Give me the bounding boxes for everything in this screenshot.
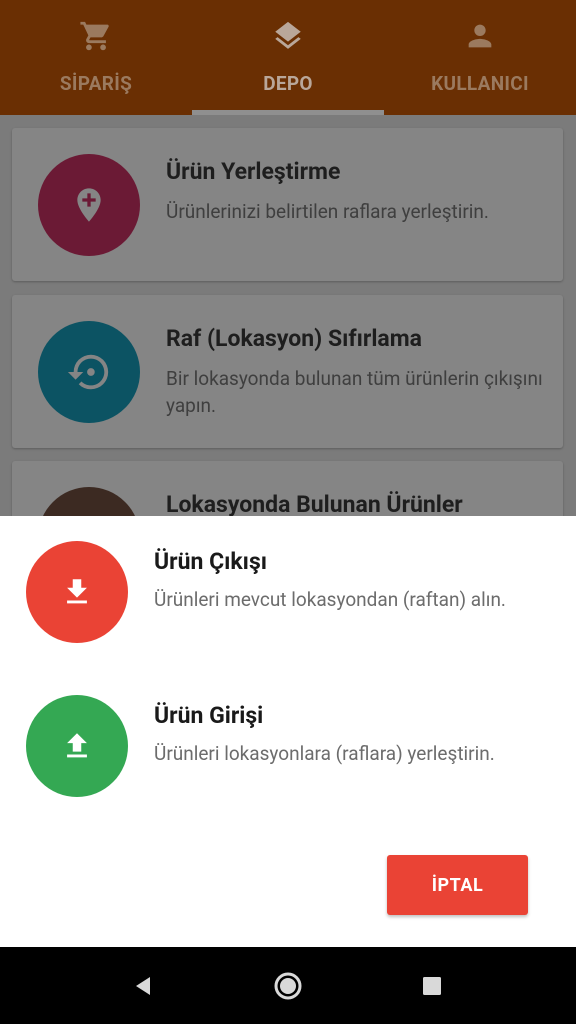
tab-depo[interactable]: DEPO xyxy=(192,0,384,115)
tab-kullanici[interactable]: KULLANICI xyxy=(384,0,576,115)
home-icon[interactable] xyxy=(248,947,328,1024)
option-urun-cikisi[interactable]: Ürün Çıkışı Ürünleri mevcut lokasyondan … xyxy=(0,516,576,666)
option-urun-girisi[interactable]: Ürün Girişi Ürünleri lokasyonlara (rafla… xyxy=(0,670,576,820)
recents-icon[interactable] xyxy=(392,947,472,1024)
option-title: Ürün Çıkışı xyxy=(154,548,268,575)
card-desc: Bir lokasyonda bulunan tüm ürünlerin çık… xyxy=(166,367,543,417)
depo-content: Ürün Yerleştirme Ürünlerinizi belirtilen… xyxy=(0,115,576,614)
cart-icon xyxy=(78,18,114,54)
card-desc: Ürünlerinizi belirtilen raflara yerleşti… xyxy=(166,200,489,223)
card-raf-sifirlama[interactable]: Raf (Lokasyon) Sıfırlama Bir lokasyonda … xyxy=(12,295,563,448)
location-add-icon xyxy=(38,154,140,256)
tab-siparis[interactable]: SİPARİŞ xyxy=(0,0,192,115)
card-title: Raf (Lokasyon) Sıfırlama xyxy=(166,325,422,352)
top-tab-bar: SİPARİŞ DEPO KULLANICI xyxy=(0,0,576,115)
card-urun-yerlestirme[interactable]: Ürün Yerleştirme Ürünlerinizi belirtilen… xyxy=(12,128,563,281)
cancel-button[interactable]: İPTAL xyxy=(387,855,528,915)
restore-icon xyxy=(38,321,140,423)
card-title: Ürün Yerleştirme xyxy=(166,158,341,185)
card-title: Lokasyonda Bulunan Ürünler xyxy=(166,491,463,518)
tab-kullanici-label: KULLANICI xyxy=(431,72,529,95)
person-icon xyxy=(462,18,498,54)
tab-depo-label: DEPO xyxy=(263,72,313,95)
option-desc: Ürünleri mevcut lokasyondan (raftan) alı… xyxy=(154,588,506,611)
bottom-sheet: Ürün Çıkışı Ürünleri mevcut lokasyondan … xyxy=(0,516,576,947)
option-title: Ürün Girişi xyxy=(154,702,264,729)
system-navigation-bar xyxy=(0,947,576,1024)
back-icon[interactable] xyxy=(104,947,184,1024)
layers-icon xyxy=(270,18,306,54)
option-desc: Ürünleri lokasyonlara (raflara) yerleşti… xyxy=(154,742,495,765)
download-icon xyxy=(26,541,128,643)
upload-icon xyxy=(26,695,128,797)
tab-siparis-label: SİPARİŞ xyxy=(59,72,133,95)
